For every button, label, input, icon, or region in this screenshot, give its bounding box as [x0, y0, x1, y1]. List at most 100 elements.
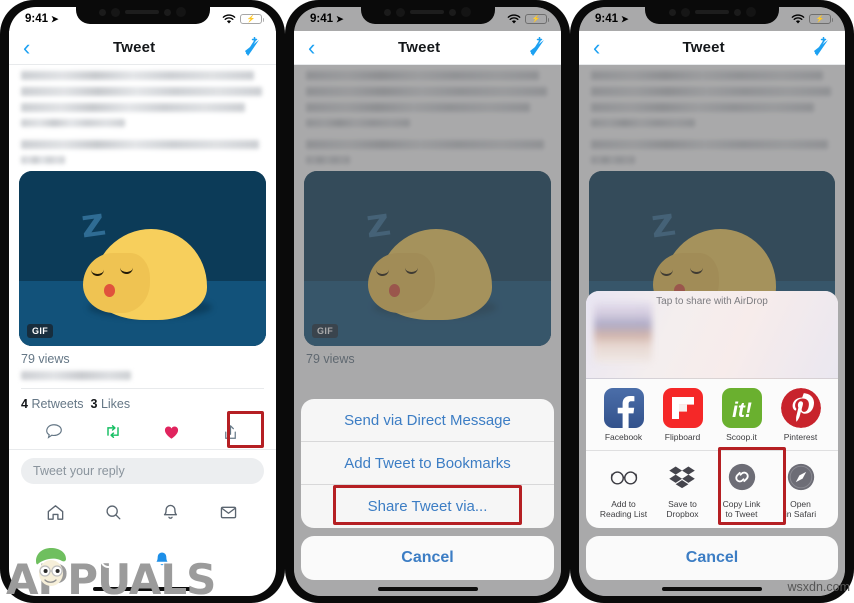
view-count: 79 views [21, 352, 70, 366]
status-time: 9:41 [25, 13, 49, 25]
share-app-row: Facebook Flipboard it! Scoop.it Pinteres… [586, 379, 838, 451]
like-label: Likes [100, 397, 131, 411]
share-action-label: Add to Reading List [599, 498, 648, 519]
status-bar-left: 9:41 ➤ [310, 13, 344, 25]
action-sheet-options: Send via Direct Message Add Tweet to Boo… [301, 399, 554, 528]
device-notch [75, 0, 210, 24]
tab-notifications[interactable] [160, 502, 182, 524]
share-action-open-safari[interactable]: Open in Safari [771, 460, 830, 519]
home-indicator [92, 587, 193, 591]
device-notch [645, 0, 779, 24]
safari-icon [784, 460, 818, 494]
tab-home[interactable] [45, 502, 67, 524]
glasses-icon [607, 460, 641, 494]
status-time: 9:41 [310, 13, 334, 25]
engagement-stats: 4 Retweets 3 Likes [9, 389, 276, 417]
share-app-flipboard[interactable]: Flipboard [653, 387, 712, 442]
compose-tweet-icon[interactable] [523, 36, 547, 59]
phone-2-screen: 9:41 ➤ ⚡ ‹ Tweet Send via Direct Message… [294, 7, 561, 596]
share-action-row: Add to Reading List Save to Dropbox Copy… [586, 446, 838, 528]
nav-bar: ‹ Tweet [9, 31, 276, 65]
share-app-label: Pinterest [783, 431, 818, 442]
retweet-count: 4 [21, 397, 28, 411]
airdrop-section[interactable]: Tap to share with AirDrop [586, 290, 838, 379]
back-button[interactable]: ‹ [23, 36, 30, 59]
share-app-pinterest[interactable]: Pinterest [771, 387, 830, 442]
battery-charging-icon: ⚡ [809, 13, 833, 25]
share-app-facebook[interactable]: Facebook [594, 387, 653, 442]
share-action-label: Save to Dropbox [666, 498, 699, 519]
share-icon[interactable] [220, 421, 242, 443]
reply-bar: Tweet your reply [9, 450, 276, 492]
tweet-action-row [9, 411, 276, 449]
back-button[interactable]: ‹ [308, 36, 315, 59]
share-app-label: Facebook [604, 431, 643, 442]
wifi-icon [507, 13, 521, 24]
pinterest-icon [780, 387, 821, 428]
device-notch [360, 0, 495, 24]
ios-share-sheet: Tap to share with AirDrop Facebook Flipb… [586, 290, 838, 580]
compose-tweet-icon[interactable] [807, 36, 831, 59]
action-add-bookmarks[interactable]: Add Tweet to Bookmarks [301, 442, 554, 485]
page-title: Tweet [112, 39, 156, 56]
compose-tweet-icon[interactable] [238, 36, 262, 59]
tab-search[interactable] [103, 502, 125, 524]
svg-text:it!: it! [732, 399, 752, 422]
status-bar-right: ⚡ [791, 13, 833, 25]
share-app-label: Scoop.it [726, 431, 757, 442]
share-action-label: Open in Safari [784, 498, 817, 519]
location-arrow-icon: ➤ [51, 13, 59, 24]
status-bar-left: 9:41 ➤ [25, 13, 59, 25]
share-action-sheet: Send via Direct Message Add Tweet to Boo… [301, 399, 554, 580]
phone-3: 9:41 ➤ ⚡ ‹ Tweet Tap to share with AirDr… [570, 0, 854, 603]
source-watermark: wsxdn.com [787, 580, 850, 594]
phone-1-screen: 9:41 ➤ ⚡ ‹ Tweet z GIF 79 views 4 Retwee… [9, 7, 276, 596]
action-share-tweet-via[interactable]: Share Tweet via... [301, 485, 554, 528]
share-sheet-cancel[interactable]: Cancel [586, 536, 838, 580]
phone-2: 9:41 ➤ ⚡ ‹ Tweet Send via Direct Message… [285, 0, 570, 603]
back-button[interactable]: ‹ [593, 36, 600, 59]
flipboard-icon [662, 387, 703, 428]
page-title: Tweet [682, 39, 725, 56]
page-title: Tweet [397, 39, 441, 56]
wifi-icon [791, 13, 805, 24]
share-action-dropbox[interactable]: Save to Dropbox [653, 460, 712, 519]
share-action-copy-link[interactable]: Copy Link to Tweet [712, 460, 771, 519]
three-phone-tutorial-screenshot: 9:41 ➤ ⚡ ‹ Tweet z GIF 79 views 4 Retwee… [0, 0, 854, 603]
gif-badge: GIF [27, 324, 54, 338]
share-action-label: Copy Link to Tweet [722, 498, 761, 519]
location-arrow-icon: ➤ [621, 13, 629, 24]
like-icon[interactable] [161, 421, 183, 443]
like-count: 3 [90, 397, 98, 411]
scoopit-icon: it! [721, 387, 762, 428]
share-app-scoopit[interactable]: it! Scoop.it [712, 387, 771, 442]
reply-icon[interactable] [43, 421, 65, 443]
share-app-label: Flipboard [664, 431, 701, 442]
tweet-timestamp-blurred [21, 371, 131, 380]
tab-messages[interactable] [218, 502, 240, 524]
facebook-icon [603, 387, 644, 428]
bottom-tab-bar [9, 492, 276, 530]
status-bar-right: ⚡ [507, 13, 549, 25]
tweet-text-blurred [9, 65, 276, 164]
status-bar-right: ⚡ [222, 13, 264, 25]
tweet-gif-media[interactable]: z GIF [19, 171, 266, 346]
status-bar-left: 9:41 ➤ [595, 13, 629, 25]
battery-charging-icon: ⚡ [240, 13, 264, 25]
reply-input[interactable]: Tweet your reply [21, 458, 264, 484]
share-sheet-card: Tap to share with AirDrop Facebook Flipb… [586, 290, 838, 528]
link-icon [725, 460, 759, 494]
home-indicator [662, 587, 762, 591]
home-indicator [377, 587, 478, 591]
action-send-direct-message[interactable]: Send via Direct Message [301, 399, 554, 442]
phone-1: 9:41 ➤ ⚡ ‹ Tweet z GIF 79 views 4 Retwee… [0, 0, 285, 603]
nav-bar: ‹ Tweet [294, 31, 561, 65]
airdrop-contact-blurred[interactable] [594, 300, 652, 363]
battery-charging-icon: ⚡ [525, 13, 549, 25]
location-arrow-icon: ➤ [336, 13, 344, 24]
share-action-reading-list[interactable]: Add to Reading List [594, 460, 653, 519]
action-sheet-cancel[interactable]: Cancel [301, 536, 554, 580]
retweet-icon[interactable] [102, 421, 124, 443]
reply-placeholder: Tweet your reply [33, 464, 125, 478]
phone-3-screen: 9:41 ➤ ⚡ ‹ Tweet Tap to share with AirDr… [579, 7, 845, 596]
